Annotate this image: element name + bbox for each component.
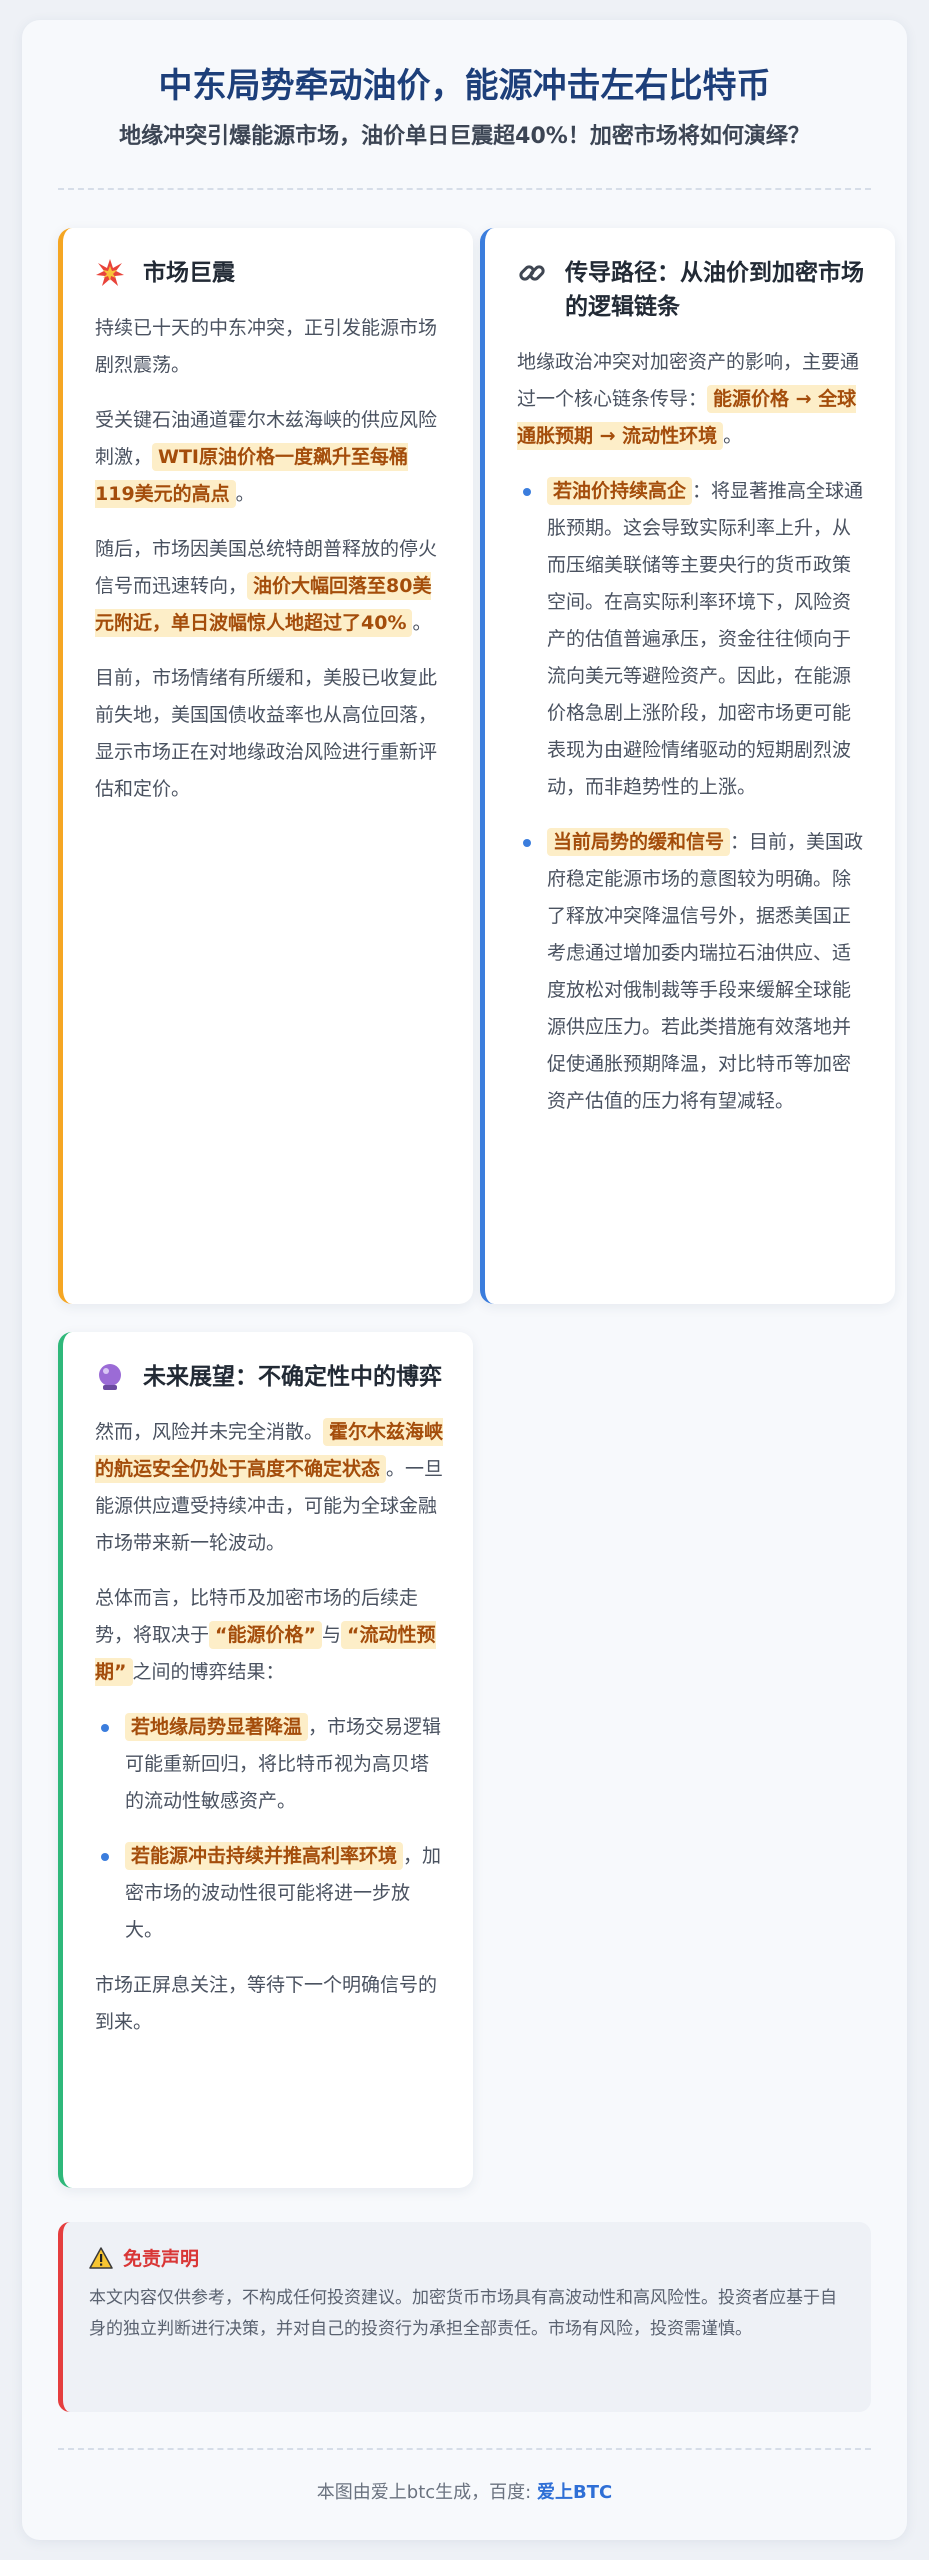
page-container: 中东局势牵动油价，能源冲击左右比特币 地缘冲突引爆能源市场，油价单日巨震超40%… <box>22 20 907 2540</box>
text-span: 之间的博弈结果： <box>132 1661 285 1683</box>
paragraph: 持续已十天的中东冲突，正引发能源市场剧烈震荡。 <box>95 317 438 376</box>
text-span: 。 <box>723 425 743 447</box>
disclaimer-header: 免责声明 <box>89 2244 847 2271</box>
paragraph: 目前，市场情绪有所缓和，美股已收复此前失地，美国国债收益率也从高位回落，显示市场… <box>95 667 438 800</box>
paragraph: 地缘政治冲突对加密资产的影响，主要通过一个核心链条传导： 能源价格 → 全球通胀预… <box>517 344 867 455</box>
text-span: 。 <box>412 612 432 634</box>
highlight-text: 若油价持续高企 <box>547 477 693 505</box>
card-title: 市场巨震 <box>143 260 235 286</box>
paragraph: 总体而言，比特币及加密市场的后续走势，将取决于 “能源价格” 与 “流动性预期” 之间的… <box>95 1580 445 1691</box>
transmission-path-card: 传导路径：从油价到加密市场的逻辑链条 地缘政治冲突对加密资产的影响，主要通过一个… <box>480 228 895 1304</box>
card-title: 传导路径：从油价到加密市场的逻辑链条 <box>565 260 864 320</box>
warning-icon <box>89 2246 113 2269</box>
brand-name: 爱上BTC <box>536 2482 613 2503</box>
highlight-text: 若地缘局势显著降温 <box>125 1713 309 1741</box>
card-header: 未来展望：不确定性中的博弈 <box>95 1360 445 1394</box>
bullet-list: 若油价持续高企 ：将显著推高全球通胀预期。这会导致实际利率上升，从而压缩美联储等主… <box>517 473 867 1120</box>
list-item: 若油价持续高企 ：将显著推高全球通胀预期。这会导致实际利率上升，从而压缩美联储等主… <box>517 473 867 806</box>
list-item: 若能源冲击持续并推高利率环境 ，加密市场的波动性很可能将进一步放大。 <box>95 1838 445 1949</box>
card-header: 市场巨震 <box>95 256 445 290</box>
disclaimer-title: 免责声明 <box>123 2248 200 2270</box>
card-title: 未来展望：不确定性中的博弈 <box>143 1364 442 1390</box>
bullet-dot <box>523 488 531 496</box>
link-icon <box>519 265 545 281</box>
paragraph: 然而，风险并未完全消散。 霍尔木兹海峡的航运安全仍处于高度不确定状态 。一旦能源供应… <box>95 1414 445 1562</box>
disclaimer-text: 本文内容仅供参考，不构成任何投资建议。加密货币市场具有高波动性和高风险性。投资者… <box>89 2288 837 2339</box>
highlight-text: 若能源冲击持续并推高利率环境 <box>125 1842 404 1870</box>
text-span: ：目前，美国政府稳定能源市场的意图较为明确。除了释放冲突降温信号外，据悉美国正考… <box>547 831 864 1112</box>
paragraph: 受关键石油通道霍尔木兹海峡的供应风险刺激， WTI原油价格一度飙升至每桶119美元… <box>95 402 445 513</box>
bullet-list: 若地缘局势显著降温 ，市场交易逻辑可能重新回归，将比特币视为高贝塔的流动性敏感资产… <box>95 1709 445 1949</box>
page-title: 中东局势牵动油价，能源冲击左右比特币 <box>158 66 771 106</box>
list-item: 当前局势的缓和信号 ：目前，美国政府稳定能源市场的意图较为明确。除了释放冲突降温信… <box>517 824 867 1120</box>
bullet-dot <box>101 1853 109 1861</box>
card-header: 传导路径：从油价到加密市场的逻辑链条 <box>517 256 867 324</box>
disclaimer-box: 免责声明 本文内容仅供参考，不构成任何投资建议。加密货币市场具有高波动性和高风险… <box>58 2222 871 2412</box>
highlight-text: “能源价格” <box>209 1621 322 1649</box>
bullet-dot <box>101 1724 109 1732</box>
text-span: ：将显著推高全球通胀预期。这会导致实际利率上升，从而压缩美联储等主要央行的货币政… <box>547 480 864 798</box>
outlook-card: 未来展望：不确定性中的博弈 然而，风险并未完全消散。 霍尔木兹海峡的航运安全仍处于… <box>58 1332 473 2188</box>
page-subtitle: 地缘冲突引爆能源市场，油价单日巨震超40%！加密市场将如何演绎？ <box>119 124 810 149</box>
footer-divider <box>58 2448 871 2450</box>
footer-text: 本图由爱上btc生成，百度: <box>316 2482 537 2503</box>
text-span: 然而，风险并未完全消散。 <box>95 1421 324 1443</box>
crystal-ball-icon <box>99 1364 121 1390</box>
header-divider <box>58 188 871 190</box>
text-span: 。 <box>235 483 255 505</box>
bullet-dot <box>523 839 531 847</box>
explosion-icon <box>96 259 124 286</box>
paragraph: 随后，市场因美国总统特朗普释放的停火信号而迅速转向， 油价大幅回落至80美元附近，… <box>95 531 445 642</box>
text-span: 与 <box>322 1624 342 1646</box>
highlight-text: 当前局势的缓和信号 <box>547 828 731 856</box>
list-item: 若地缘局势显著降温 ，市场交易逻辑可能重新回归，将比特币视为高贝塔的流动性敏感资产… <box>95 1709 445 1820</box>
market-shock-card: 市场巨震 持续已十天的中东冲突，正引发能源市场剧烈震荡。 受关键石油通道霍尔木兹… <box>58 228 473 1304</box>
footer: 本图由爱上btc生成，百度: 爱上BTC <box>22 2478 907 2508</box>
paragraph: 市场正屏息关注，等待下一个明确信号的到来。 <box>95 1974 438 2033</box>
